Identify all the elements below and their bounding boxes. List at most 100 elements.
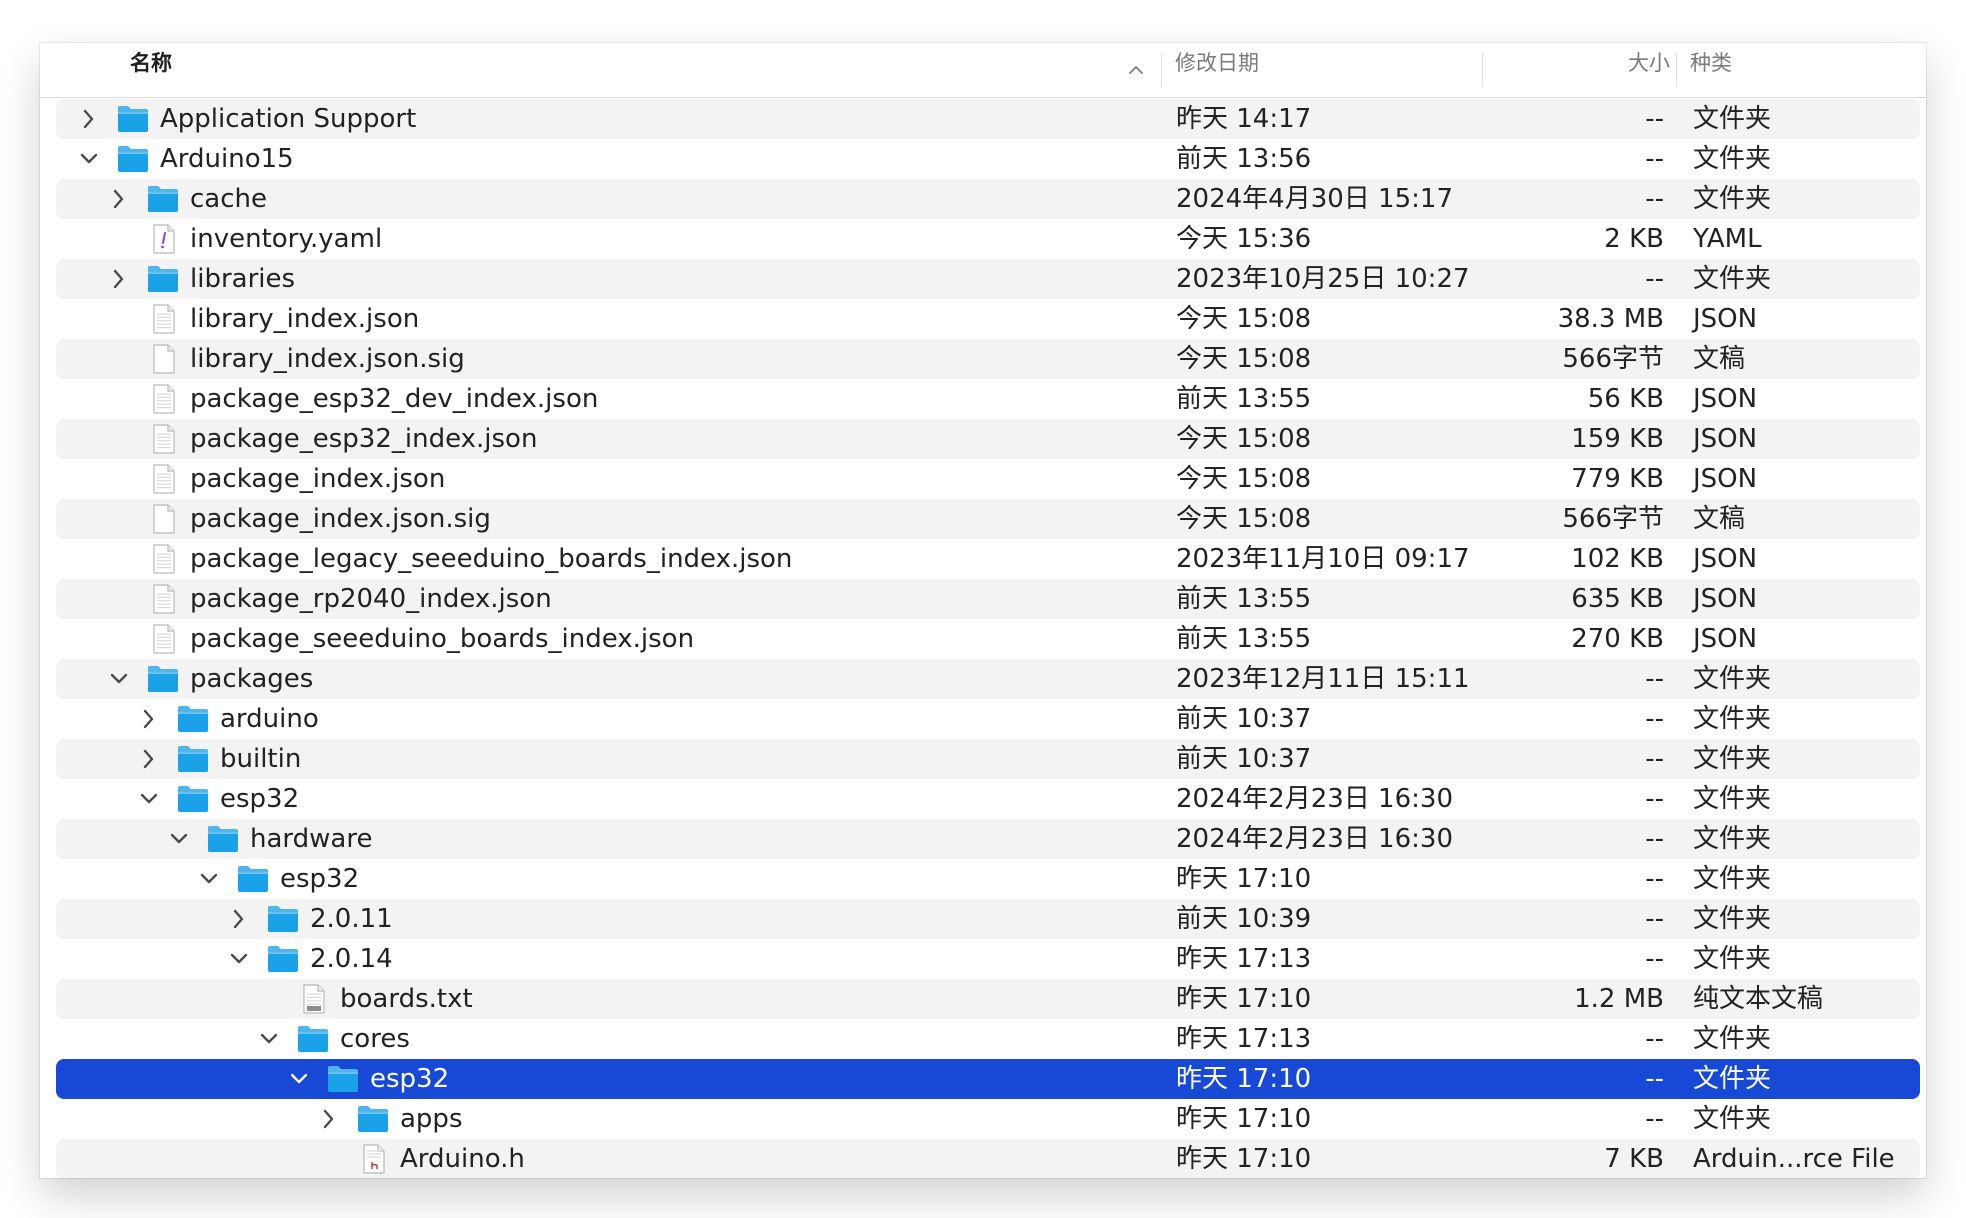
file-name: package_seeeduino_boards_index.json [190,624,695,654]
file-row[interactable]: 2.0.14 昨天 17:13 -- 文件夹 [56,939,1920,979]
folder-icon [178,786,208,812]
file-name: apps [400,1104,463,1134]
disclosure-collapsed-icon[interactable] [316,1106,342,1132]
column-header-name[interactable]: 名称 [130,43,172,97]
file-name: builtin [220,744,302,774]
folder-icon [208,826,238,852]
file-kind: 文件夹 [1693,1104,1772,1134]
modified-date: 昨天 17:13 [1176,1024,1312,1054]
file-kind: 文件夹 [1693,264,1772,294]
file-kind: 文稿 [1693,504,1746,534]
modified-date: 今天 15:36 [1176,224,1312,254]
file-kind: 文件夹 [1693,1064,1772,1094]
disclosure-collapsed-icon[interactable] [136,746,162,772]
column-divider[interactable] [1161,53,1162,87]
disclosure-collapsed-icon[interactable] [226,906,252,932]
file-row[interactable]: package_legacy_seeeduino_boards_index.js… [56,539,1920,579]
file-name: hardware [250,824,373,854]
modified-date: 昨天 17:10 [1176,864,1312,894]
file-name: package_rp2040_index.json [190,584,552,614]
file-kind: JSON [1693,584,1758,614]
file-kind: 纯文本文稿 [1693,984,1824,1014]
file-size: -- [1645,704,1664,734]
file-kind: 文件夹 [1693,704,1772,734]
disclosure-expanded-icon[interactable] [256,1026,282,1052]
column-divider[interactable] [1482,53,1483,87]
file-kind: JSON [1693,544,1758,574]
blank-file-icon [153,504,175,534]
file-row[interactable]: boards.txt 昨天 17:10 1.2 MB 纯文本文稿 [56,979,1920,1019]
file-kind: Arduin...rce File [1693,1144,1895,1174]
file-row[interactable]: package_esp32_dev_index.json 前天 13:55 56 K… [56,379,1920,419]
file-row[interactable]: apps 昨天 17:10 -- 文件夹 [56,1099,1920,1139]
disclosure-expanded-icon[interactable] [196,866,222,892]
file-row[interactable]: inventory.yaml 今天 15:36 2 KB YAML [56,219,1920,259]
file-row-selected[interactable]: esp32 昨天 17:10 -- 文件夹 [56,1059,1920,1099]
disclosure-expanded-icon[interactable] [136,786,162,812]
disclosure-expanded-icon[interactable] [286,1066,312,1092]
sort-ascending-icon[interactable] [1122,56,1150,84]
file-row[interactable]: package_rp2040_index.json 前天 13:55 635 KB J… [56,579,1920,619]
modified-date: 2023年10月25日 10:27 [1176,264,1470,294]
file-row[interactable]: libraries 2023年10月25日 10:27 -- 文件夹 [56,259,1920,299]
modified-date: 前天 13:56 [1176,144,1312,174]
file-row[interactable]: cores 昨天 17:13 -- 文件夹 [56,1019,1920,1059]
file-name: package_index.json.sig [190,504,491,534]
modified-date: 前天 13:55 [1176,584,1312,614]
file-row[interactable]: library_index.json 今天 15:08 38.3 MB JSON [56,299,1920,339]
file-row[interactable]: package_index.json.sig 今天 15:08 566字节 文稿 [56,499,1920,539]
file-size: 38.3 MB [1557,304,1664,334]
disclosure-expanded-icon[interactable] [76,146,102,172]
file-size: 270 KB [1571,624,1664,654]
column-header-date[interactable]: 修改日期 [1175,43,1259,97]
disclosure-collapsed-icon[interactable] [106,186,132,212]
modified-date: 前天 10:37 [1176,744,1312,774]
file-row[interactable]: esp32 昨天 17:10 -- 文件夹 [56,859,1920,899]
disclosure-collapsed-icon[interactable] [106,266,132,292]
file-size: 159 KB [1571,424,1664,454]
modified-date: 昨天 17:10 [1176,1064,1312,1094]
file-row[interactable]: Application Support 昨天 14:17 -- 文件夹 [56,99,1920,139]
file-size: 102 KB [1571,544,1664,574]
file-row[interactable]: hardware 2024年2月23日 16:30 -- 文件夹 [56,819,1920,859]
disclosure-expanded-icon[interactable] [166,826,192,852]
file-row[interactable]: library_index.json.sig 今天 15:08 566字节 文稿 [56,339,1920,379]
file-size: 56 KB [1587,384,1664,414]
column-header-size[interactable]: 大小 [1496,43,1670,97]
file-size: -- [1645,824,1664,854]
file-row[interactable]: packages 2023年12月11日 15:11 -- 文件夹 [56,659,1920,699]
file-size: 566字节 [1562,504,1664,534]
folder-icon [178,706,208,732]
json-file-icon [153,624,175,654]
disclosure-expanded-icon[interactable] [106,666,132,692]
folder-icon [148,186,178,212]
folder-icon [148,666,178,692]
modified-date: 今天 15:08 [1176,344,1312,374]
folder-icon [118,146,148,172]
file-row[interactable]: 2.0.11 前天 10:39 -- 文件夹 [56,899,1920,939]
file-row[interactable]: package_index.json 今天 15:08 779 KB JSON [56,459,1920,499]
file-row[interactable]: Arduino15 前天 13:56 -- 文件夹 [56,139,1920,179]
file-row[interactable]: package_esp32_index.json 今天 15:08 159 KB JS… [56,419,1920,459]
file-row[interactable]: builtin 前天 10:37 -- 文件夹 [56,739,1920,779]
file-name: boards.txt [340,984,473,1014]
file-row[interactable]: Arduino.h 昨天 17:10 7 KB Arduin...rce File [56,1139,1920,1178]
file-size: 635 KB [1571,584,1664,614]
file-size: -- [1645,784,1664,814]
column-header-kind[interactable]: 种类 [1690,43,1732,97]
file-row[interactable]: package_seeeduino_boards_index.json 前天 13… [56,619,1920,659]
folder-icon [178,746,208,772]
file-row[interactable]: arduino 前天 10:37 -- 文件夹 [56,699,1920,739]
folder-icon [358,1106,388,1132]
column-divider[interactable] [1676,53,1677,87]
file-name: cache [190,184,267,214]
file-row[interactable]: esp32 2024年2月23日 16:30 -- 文件夹 [56,779,1920,819]
file-kind: 文件夹 [1693,104,1772,134]
disclosure-expanded-icon[interactable] [226,946,252,972]
disclosure-collapsed-icon[interactable] [76,106,102,132]
disclosure-collapsed-icon[interactable] [136,706,162,732]
file-kind: 文稿 [1693,344,1746,374]
file-row[interactable]: cache 2024年4月30日 15:17 -- 文件夹 [56,179,1920,219]
yaml-file-icon [153,224,175,254]
json-file-icon [153,384,175,414]
